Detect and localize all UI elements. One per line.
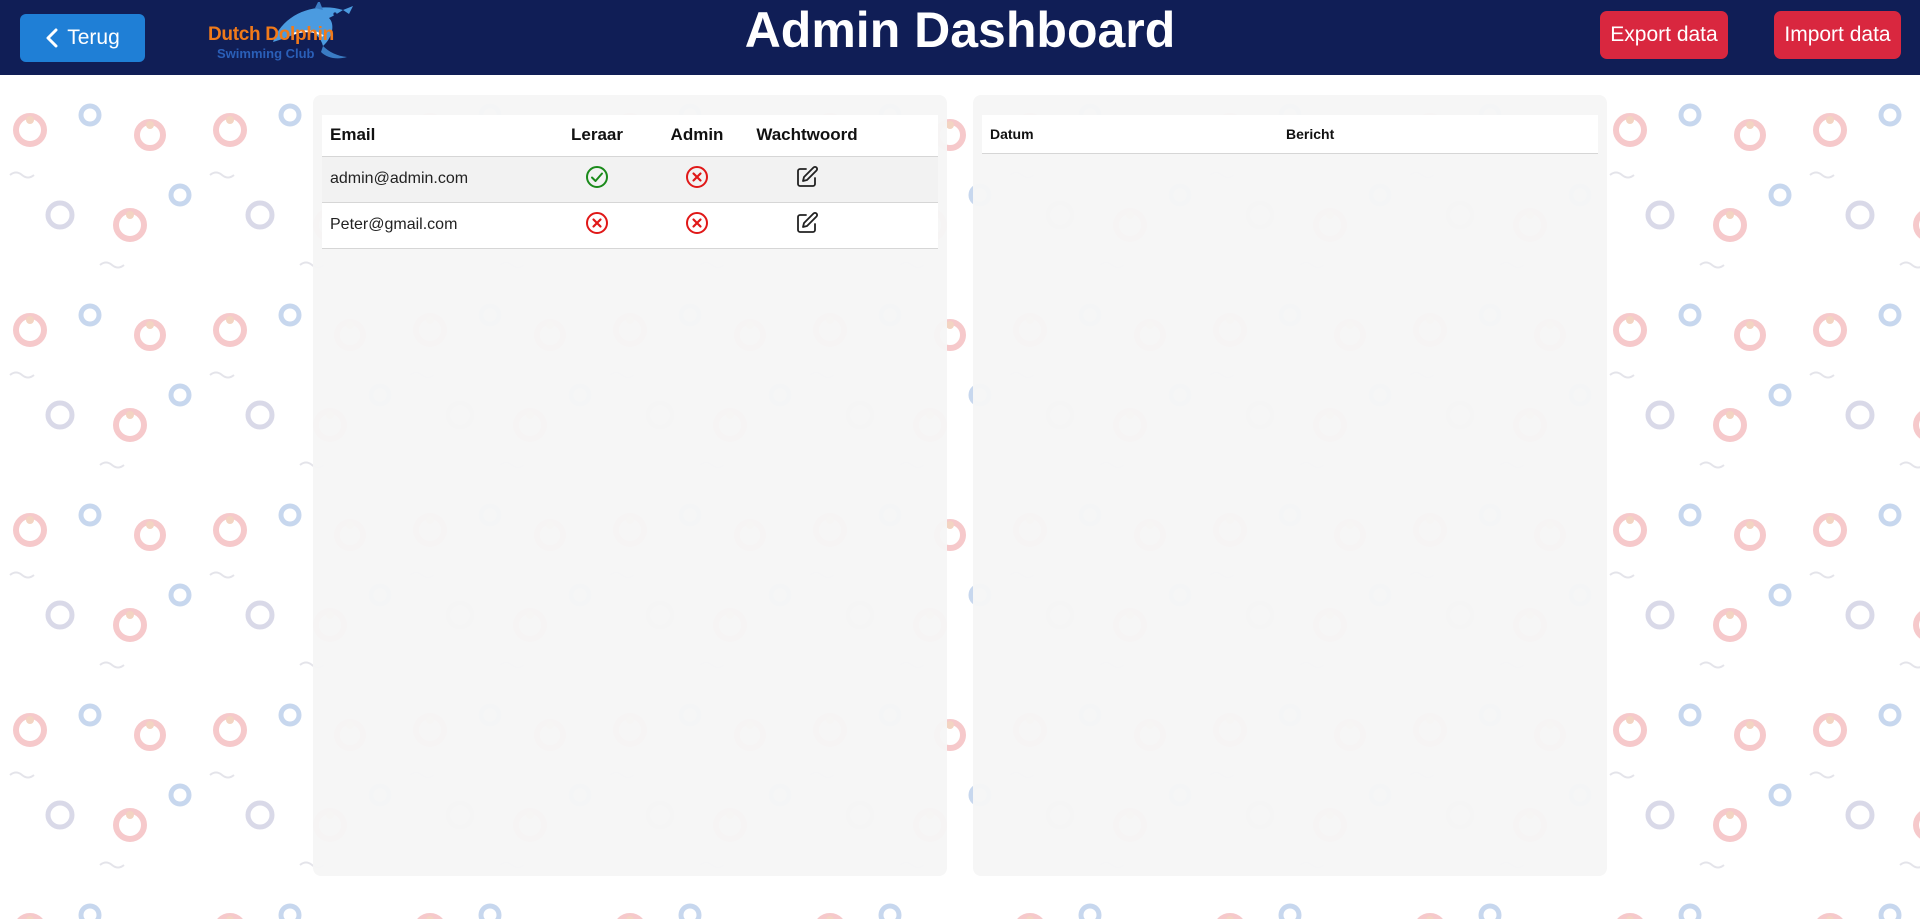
users-table: Email Leraar Admin Wachtwoord admin@admi… bbox=[322, 115, 938, 249]
back-button[interactable]: Terug bbox=[20, 14, 145, 62]
column-header-admin[interactable]: Admin bbox=[647, 115, 747, 157]
log-table: Datum Bericht bbox=[982, 115, 1598, 154]
top-header: Terug Dutch Dolphin Swimming Club Admin … bbox=[0, 0, 1920, 75]
column-header-bericht[interactable]: Bericht bbox=[1278, 115, 1598, 154]
column-header-spacer bbox=[867, 115, 938, 157]
back-button-label: Terug bbox=[67, 26, 120, 49]
chevron-left-icon bbox=[46, 28, 58, 48]
table-header-row: Datum Bericht bbox=[982, 115, 1598, 154]
log-panel: Datum Bericht bbox=[973, 95, 1607, 876]
edit-icon[interactable] bbox=[795, 165, 819, 189]
edit-icon[interactable] bbox=[795, 211, 819, 235]
column-header-email[interactable]: Email bbox=[322, 115, 547, 157]
table-header-row: Email Leraar Admin Wachtwoord bbox=[322, 115, 938, 157]
background-pattern bbox=[0, 75, 1920, 919]
check-circle-icon[interactable] bbox=[585, 165, 609, 189]
logo-title: Dutch Dolphin bbox=[208, 24, 334, 45]
x-circle-icon[interactable] bbox=[585, 211, 609, 235]
x-circle-icon[interactable] bbox=[685, 211, 709, 235]
export-data-button[interactable]: Export data bbox=[1600, 11, 1728, 59]
column-header-datum[interactable]: Datum bbox=[982, 115, 1278, 154]
column-header-wachtwoord[interactable]: Wachtwoord bbox=[747, 115, 867, 157]
user-email: Peter@gmail.com bbox=[322, 202, 547, 249]
users-panel: Email Leraar Admin Wachtwoord admin@admi… bbox=[313, 95, 947, 876]
logo-subtitle: Swimming Club bbox=[217, 46, 315, 61]
table-row: Peter@gmail.com bbox=[322, 202, 938, 249]
x-circle-icon[interactable] bbox=[685, 165, 709, 189]
user-email: admin@admin.com bbox=[322, 156, 547, 203]
club-logo[interactable]: Dutch Dolphin Swimming Club bbox=[205, 2, 355, 66]
column-header-leraar[interactable]: Leraar bbox=[547, 115, 647, 157]
import-data-button[interactable]: Import data bbox=[1774, 11, 1901, 59]
table-row: admin@admin.com bbox=[322, 156, 938, 203]
